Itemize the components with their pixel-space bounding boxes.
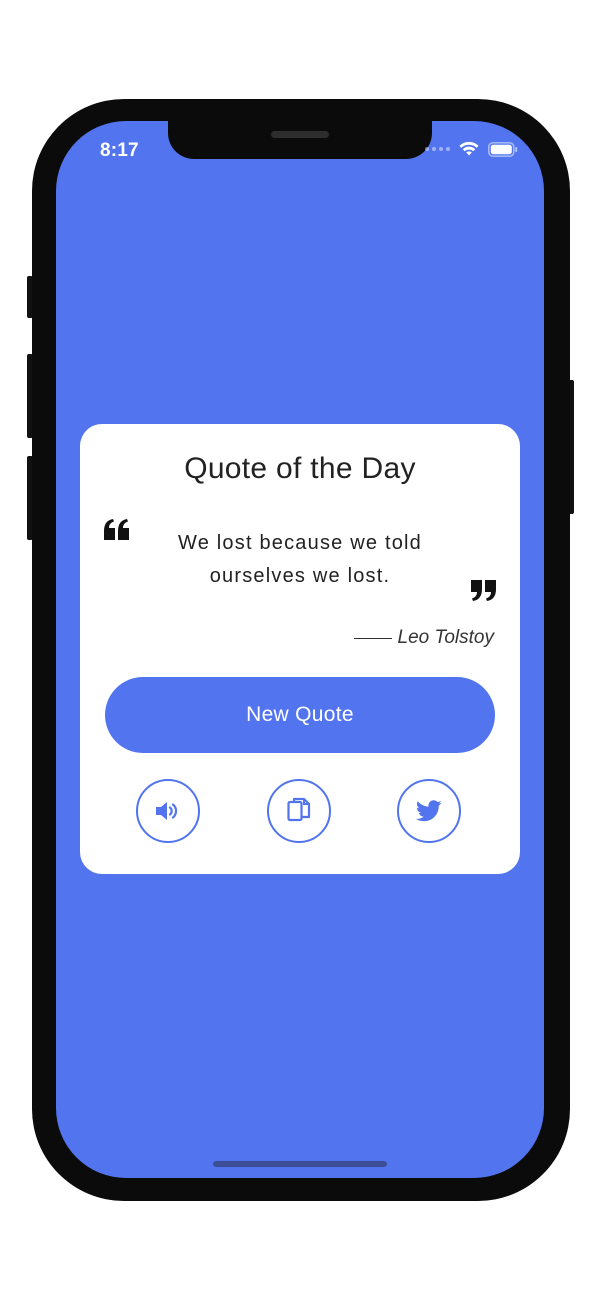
status-time: 8:17: [100, 140, 139, 161]
new-quote-button[interactable]: New Quote: [105, 677, 495, 753]
author-name: Leo Tolstoy: [397, 627, 494, 648]
device-stage: 8:17 Quote of the Day We lost because we…: [0, 0, 600, 1299]
battery-icon: [488, 141, 518, 157]
author-dash: [353, 637, 392, 639]
earpiece-speaker: [271, 131, 329, 138]
home-indicator[interactable]: [213, 1161, 387, 1167]
copy-button[interactable]: [267, 779, 331, 843]
quote-card: Quote of the Day We lost because we told…: [80, 424, 520, 874]
author-attribution: Leo Tolstoy: [353, 627, 494, 649]
tweet-button[interactable]: [397, 779, 461, 843]
quote-text: We lost because we told ourselves we los…: [177, 532, 423, 587]
close-quote-icon: [471, 580, 496, 601]
app-screen: 8:17 Quote of the Day We lost because we…: [56, 121, 544, 1178]
open-quote-icon: [104, 519, 129, 540]
signal-icon: [425, 147, 450, 151]
twitter-icon: [416, 800, 442, 822]
status-indicators: [425, 141, 518, 157]
wifi-icon: [459, 141, 479, 156]
notch: [168, 121, 432, 159]
copy-icon: [287, 797, 311, 822]
speaker-icon: [156, 802, 178, 820]
card-title: Quote of the Day: [184, 452, 416, 485]
speak-button[interactable]: [136, 779, 200, 843]
